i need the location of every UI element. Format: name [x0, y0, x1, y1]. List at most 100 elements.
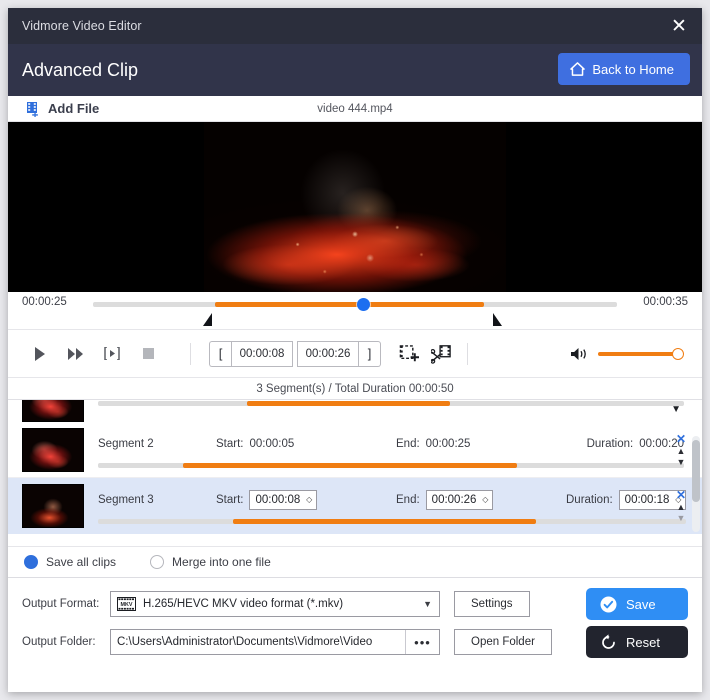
preview-frame [204, 122, 506, 292]
browse-folder-button[interactable]: ••• [405, 630, 439, 654]
add-file-label: Add File [48, 101, 99, 116]
caret-down-icon[interactable]: ▼ [677, 458, 686, 467]
segment-end-value: 00:00:26 [432, 494, 477, 506]
back-to-home-button[interactable]: Back to Home [558, 53, 690, 85]
window-title: Vidmore Video Editor [22, 19, 142, 33]
volume-slider[interactable] [598, 352, 680, 356]
video-preview[interactable] [8, 122, 702, 292]
segment-duration-value: 00:00:18 [625, 494, 670, 506]
trim-time-inputs: [ 00:00:08 00:00:26 ] [209, 341, 381, 367]
caret-up-icon[interactable]: ▲ [677, 503, 686, 512]
output-format-value: H.265/HEVC MKV video format (*.mkv) [143, 598, 343, 610]
bracket-right-icon[interactable]: ] [359, 341, 381, 367]
volume-icon[interactable] [571, 347, 588, 361]
segment-end-label: End: [396, 438, 420, 450]
save-mode-options: Save all clips Merge into one file [8, 546, 702, 578]
segment-thumbnail [22, 400, 84, 422]
next-frame-icon[interactable] [102, 344, 122, 364]
radio-merge-into-one-file[interactable]: Merge into one file [150, 555, 271, 569]
film-add-icon[interactable] [399, 344, 419, 364]
stepper-caret-icon[interactable]: ◇ [482, 496, 488, 504]
preview-image-highlights [204, 122, 506, 292]
close-x-icon[interactable]: ✕ [676, 489, 686, 501]
output-format-select[interactable]: MKV H.265/HEVC MKV video format (*.mkv) … [110, 591, 440, 617]
segment-thumbnail [22, 484, 84, 528]
current-filename: video 444.mp4 [8, 103, 702, 115]
segment-duration-label: Duration: [566, 494, 613, 506]
caret-down-icon[interactable]: ▼ [671, 404, 681, 415]
add-file-button[interactable]: Add File [26, 101, 99, 117]
close-icon[interactable]: ✕ [666, 13, 692, 39]
timeline[interactable]: 00:00:25 00:00:35 [8, 292, 702, 330]
output-folder-input[interactable]: C:\Users\Administrator\Documents\Vidmore… [110, 629, 440, 655]
trim-handle-start[interactable] [203, 313, 212, 326]
caret-down-icon[interactable]: ▼ [677, 514, 686, 523]
segment-duration-label: Duration: [587, 438, 634, 450]
film-scissors-icon[interactable] [431, 344, 451, 364]
scrollbar-thumb[interactable] [692, 440, 700, 502]
stop-icon[interactable] [138, 344, 158, 364]
bracket-left-icon[interactable]: [ [209, 341, 231, 367]
timeline-playhead[interactable] [357, 298, 370, 311]
segment-range-track[interactable] [98, 519, 686, 524]
segment-range-fill[interactable] [233, 519, 536, 524]
add-film-icon [26, 101, 41, 117]
module-header: Advanced Clip Back to Home [8, 44, 702, 96]
segment-actions: ✕ ▲ ▼ [676, 489, 686, 523]
segment-range-fill[interactable] [183, 463, 517, 468]
segment-actions: ✕ ▲ ▼ [676, 433, 686, 467]
reset-button[interactable]: Reset [586, 626, 688, 658]
caret-up-icon[interactable]: ▲ [677, 447, 686, 456]
file-bar: Add File video 444.mp4 [8, 96, 702, 122]
volume-slider-thumb[interactable] [672, 348, 684, 360]
radio-indicator[interactable] [24, 555, 38, 569]
svg-text:MKV: MKV [121, 602, 133, 608]
radio-label: Merge into one file [172, 555, 271, 569]
segment-range-track[interactable] [98, 401, 684, 406]
table-row[interactable]: Segment 2 Start: 00:00:05 End: 00:00:25 … [8, 422, 702, 478]
stepper-caret-icon[interactable]: ◇ [306, 496, 312, 504]
play-icon[interactable] [30, 344, 50, 364]
clip-start-input[interactable]: 00:00:08 [231, 341, 293, 367]
table-row[interactable]: ▼ [8, 400, 702, 422]
open-folder-button[interactable]: Open Folder [454, 629, 552, 655]
chevron-down-icon[interactable]: ▼ [423, 599, 432, 609]
fast-forward-icon[interactable] [66, 344, 86, 364]
segment-start-label: Start: [216, 494, 243, 506]
radio-indicator[interactable] [150, 555, 164, 569]
timeline-selected-range[interactable] [215, 302, 485, 307]
volume-control[interactable] [571, 347, 680, 361]
segment-start-stepper[interactable]: 00:00:08 ◇ [249, 490, 317, 510]
reset-button-label: Reset [626, 635, 660, 650]
settings-button[interactable]: Settings [454, 591, 530, 617]
timeline-track[interactable] [93, 302, 617, 307]
radio-save-all-clips[interactable]: Save all clips [24, 555, 116, 569]
output-format-label: Output Format: [22, 598, 110, 610]
home-icon [570, 62, 585, 76]
radio-label: Save all clips [46, 555, 116, 569]
segment-start-value: 00:00:05 [249, 438, 294, 450]
page-title: Advanced Clip [22, 60, 138, 81]
timeline-start-time: 00:00:25 [22, 296, 67, 308]
close-x-icon[interactable]: ✕ [676, 433, 686, 445]
divider [467, 343, 468, 365]
segment-start-value: 00:00:08 [255, 494, 300, 506]
segment-name: Segment 2 [98, 438, 216, 450]
segments-scrollbar[interactable] [692, 436, 700, 532]
clip-end-input[interactable]: 00:00:26 [297, 341, 359, 367]
timeline-end-time: 00:00:35 [643, 296, 688, 308]
segment-end-value: 00:00:25 [426, 438, 471, 450]
table-row[interactable]: Segment 3 Start: 00:00:08 ◇ End: 00:00:2… [8, 478, 702, 534]
save-button[interactable]: Save [586, 588, 688, 620]
segments-list[interactable]: ▼ Segment 2 Start: 00:00:05 End: 00:00:2… [8, 400, 702, 546]
mkv-film-icon: MKV [117, 597, 136, 611]
segment-end-label: End: [396, 494, 420, 506]
segment-end-stepper[interactable]: 00:00:26 ◇ [426, 490, 494, 510]
trim-handle-end[interactable] [493, 313, 502, 326]
save-button-label: Save [626, 597, 656, 612]
segment-start-label: Start: [216, 438, 243, 450]
segment-range-fill[interactable] [247, 401, 449, 406]
output-settings: Output Format: MKV [8, 578, 702, 664]
segment-range-track[interactable] [98, 463, 684, 468]
back-to-home-label: Back to Home [592, 62, 674, 77]
